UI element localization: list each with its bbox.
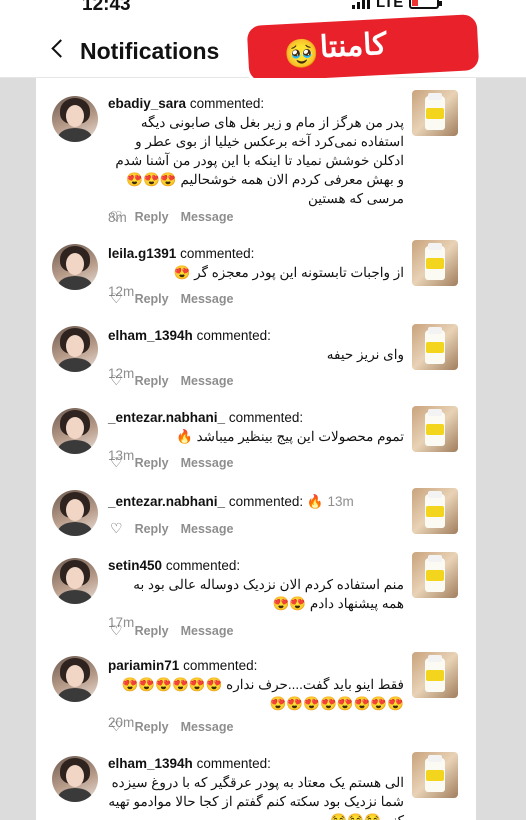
verb: commented: <box>228 494 304 509</box>
username[interactable]: ebadiy_sara <box>108 96 186 111</box>
signal-icon <box>352 0 370 9</box>
username[interactable]: pariamin71 <box>108 658 179 673</box>
username[interactable]: elham_1394h <box>108 328 193 343</box>
heart-icon[interactable]: ♡ <box>110 454 123 471</box>
heart-icon[interactable]: ♡ <box>110 208 123 225</box>
status-bar: 12:43 LTE <box>0 0 526 16</box>
avatar[interactable] <box>52 756 98 802</box>
comment-text: از واجبات تابستونه این پودر معجزه گر 😍 <box>173 265 404 280</box>
heart-icon[interactable]: ♡ <box>110 718 123 735</box>
comment-text: تموم محصولات این پیج بینظیر میباشد 🔥 <box>176 429 404 444</box>
notification-item: elham_1394h commented: الی هستم یک معتاد… <box>36 748 476 820</box>
verb: commented: <box>189 96 265 111</box>
message-button[interactable]: Message <box>181 374 234 388</box>
heart-icon[interactable]: ♡ <box>110 520 123 537</box>
avatar[interactable] <box>52 96 98 142</box>
post-thumbnail[interactable] <box>412 324 458 370</box>
avatar[interactable] <box>52 558 98 604</box>
notification-item: setin450 commented: منم استفاده کردم الا… <box>36 548 476 644</box>
verb: commented: <box>165 558 241 573</box>
comment-text: وای نریز حیفه <box>326 347 404 362</box>
comment-text: منم استفاده کردم الان نزدیک دوساله عالی … <box>133 577 404 611</box>
notification-item: pariamin71 commented: فقط اینو باید گفت.… <box>36 648 476 746</box>
notification-item: ebadiy_sara commented: پدر من هرگز از ما… <box>36 86 476 234</box>
message-button[interactable]: Message <box>181 720 234 734</box>
heart-icon[interactable]: ♡ <box>110 622 123 639</box>
reply-button[interactable]: Reply <box>135 210 169 224</box>
avatar[interactable] <box>52 244 98 290</box>
reply-button[interactable]: Reply <box>135 624 169 638</box>
notification-text: elham_1394h commented: الی هستم یک معتاد… <box>108 754 404 820</box>
message-button[interactable]: Message <box>181 522 234 536</box>
header: Notifications 🥹 کامنتا <box>0 14 526 82</box>
heart-icon[interactable]: ♡ <box>110 290 123 307</box>
comment-text: الی هستم یک معتاد به پودر عرقگیر که با د… <box>108 775 404 820</box>
notification-item: elham_1394h commented: وای نریز حیفه 12m… <box>36 320 476 402</box>
comment-text: 🔥 <box>306 494 324 509</box>
message-button[interactable]: Message <box>181 210 234 224</box>
notification-item: leila.g1391 commented: از واجبات تابستون… <box>36 236 476 318</box>
username[interactable]: leila.g1391 <box>108 246 176 261</box>
action-row: ♡ Reply Message <box>110 454 233 471</box>
action-row: ♡ Reply Message <box>110 520 233 537</box>
username[interactable]: _entezar.nabhani_ <box>108 494 225 509</box>
battery-icon <box>409 0 443 9</box>
status-indicators: LTE <box>352 0 443 11</box>
timestamp: 13m <box>327 494 354 509</box>
avatar[interactable] <box>52 490 98 536</box>
verb: commented: <box>196 328 271 343</box>
verb: commented: <box>183 658 258 673</box>
action-row: ♡ Reply Message <box>110 718 233 735</box>
comment-text: پدر من هرگز از مام و زیر بغل های صابونی … <box>115 115 404 206</box>
avatar[interactable] <box>52 326 98 372</box>
message-button[interactable]: Message <box>181 456 234 470</box>
comment-text: فقط اینو باید گفت....حرف نداره 😍😍😍😍😍😍😍😍😍… <box>121 677 404 711</box>
post-thumbnail[interactable] <box>412 552 458 598</box>
heart-icon[interactable]: ♡ <box>110 372 123 389</box>
post-thumbnail[interactable] <box>412 488 458 534</box>
reply-button[interactable]: Reply <box>135 522 169 536</box>
action-row: ♡ Reply Message <box>110 372 233 389</box>
post-thumbnail[interactable] <box>412 90 458 136</box>
message-button[interactable]: Message <box>181 292 234 306</box>
username[interactable]: _entezar.nabhani_ <box>108 410 225 425</box>
action-row: ♡ Reply Message <box>110 622 233 639</box>
sticker-emoji: 🥹 <box>283 37 320 71</box>
verb: commented: <box>180 246 255 261</box>
reply-button[interactable]: Reply <box>135 292 169 306</box>
notification-text: setin450 commented: منم استفاده کردم الا… <box>108 556 404 632</box>
reply-button[interactable]: Reply <box>135 374 169 388</box>
network-label: LTE <box>376 0 404 11</box>
username[interactable]: setin450 <box>108 558 162 573</box>
verb: commented: <box>228 410 304 425</box>
action-row: ♡ Reply Message <box>110 290 233 307</box>
username[interactable]: elham_1394h <box>108 756 193 771</box>
post-thumbnail[interactable] <box>412 652 458 698</box>
post-thumbnail[interactable] <box>412 406 458 452</box>
notification-item: _entezar.nabhani_ commented: تموم محصولا… <box>36 402 476 484</box>
sticker-text: کامنتا <box>319 27 388 65</box>
action-row: ♡ Reply Message <box>110 208 233 225</box>
status-time: 12:43 <box>82 0 131 15</box>
verb: commented: <box>196 756 271 771</box>
sticker: 🥹 کامنتا <box>246 14 480 82</box>
message-button[interactable]: Message <box>181 624 234 638</box>
page-title: Notifications <box>80 38 220 64</box>
post-thumbnail[interactable] <box>412 752 458 798</box>
avatar[interactable] <box>52 656 98 702</box>
notification-item: _entezar.nabhani_ commented: 🔥 13m ♡ Rep… <box>36 484 476 546</box>
reply-button[interactable]: Reply <box>135 720 169 734</box>
avatar[interactable] <box>52 408 98 454</box>
back-icon[interactable] <box>51 39 70 58</box>
post-thumbnail[interactable] <box>412 240 458 286</box>
reply-button[interactable]: Reply <box>135 456 169 470</box>
notification-text: _entezar.nabhani_ commented: 🔥 13m <box>108 492 404 511</box>
